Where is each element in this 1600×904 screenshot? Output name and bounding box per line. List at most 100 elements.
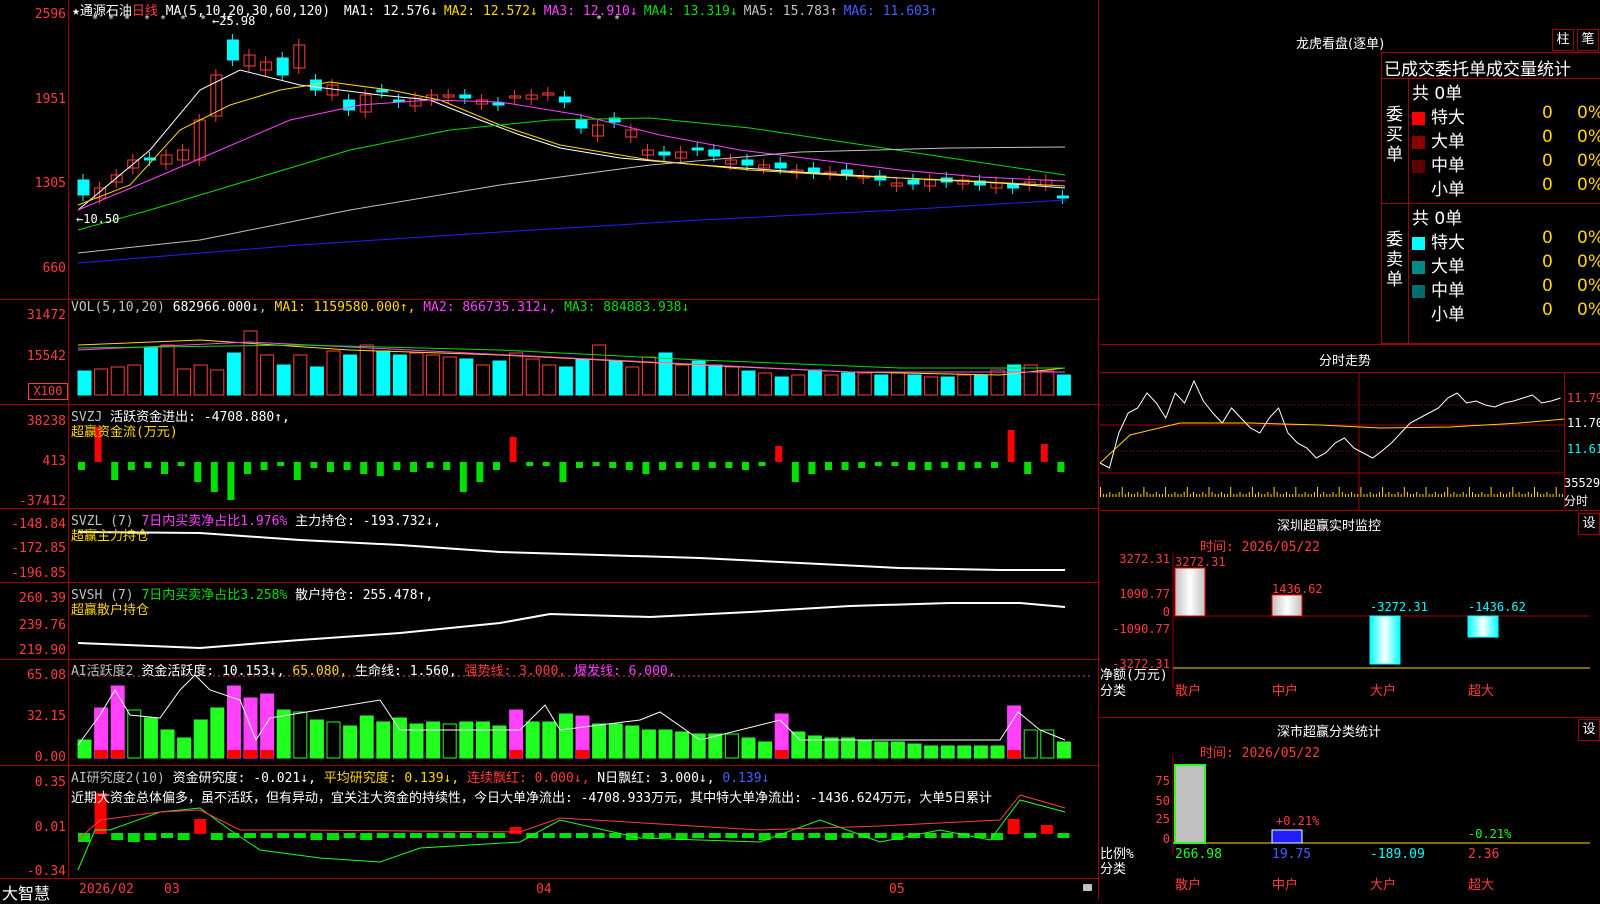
volume-bar bbox=[127, 364, 142, 396]
intraday-volume-bar bbox=[1413, 494, 1415, 497]
intraday-volume-bar bbox=[1465, 494, 1467, 497]
fund-flow-bar bbox=[144, 462, 152, 468]
volume-bar bbox=[442, 356, 457, 396]
star-marker: * bbox=[160, 14, 166, 25]
research-bar bbox=[476, 833, 489, 838]
activity-bar bbox=[293, 711, 308, 759]
fund-flow-bar bbox=[941, 462, 949, 468]
ai1-axis-2: 32.15 bbox=[26, 709, 66, 724]
volume-bar bbox=[475, 364, 490, 396]
fund-flow-bar bbox=[742, 462, 749, 470]
vol-ma1: MA1: 1159580.000↑ bbox=[274, 300, 408, 315]
monitor-axis-label: 0 bbox=[1163, 605, 1170, 619]
row-name: 特大 bbox=[1431, 233, 1465, 253]
intraday-volume-bar bbox=[1242, 494, 1244, 497]
volume-bar bbox=[940, 376, 955, 396]
volume-bar bbox=[110, 366, 125, 396]
ratio-bar-chart[interactable]: 75 50 25 0 +0.21% -0.21% 266.98 19.75 -189.09 2.3… bbox=[1100, 755, 1600, 900]
volume-bar bbox=[1056, 374, 1071, 396]
volume-bar bbox=[675, 364, 690, 396]
kline-chart-area[interactable]: ★通源石油日线 MA(5,10,20,30,60,120) MA1: 12.57… bbox=[0, 0, 1100, 903]
research-bar bbox=[210, 833, 223, 840]
candle-body bbox=[774, 162, 787, 169]
intraday-volume-bar bbox=[1261, 494, 1263, 497]
intraday-volume-bar bbox=[1537, 492, 1539, 497]
ai2-t5: 0.139↓ bbox=[722, 771, 770, 786]
classify-settings-button[interactable]: 设 bbox=[1578, 719, 1600, 741]
research-bar bbox=[542, 833, 555, 838]
volume-bar bbox=[94, 368, 109, 396]
intraday-volume-bar bbox=[1189, 494, 1191, 497]
research-bar bbox=[426, 833, 439, 838]
candle-body bbox=[376, 89, 389, 93]
ai2-name: AI研究度2(10) bbox=[71, 771, 165, 786]
intraday-volume-bar bbox=[1323, 492, 1325, 497]
intraday-volume-bar bbox=[1115, 494, 1117, 497]
intraday-volume-bar bbox=[1360, 487, 1362, 497]
vol-title: VOL(5,10,20) bbox=[71, 300, 165, 315]
intraday-chart[interactable] bbox=[1100, 373, 1565, 511]
volume-bar bbox=[509, 352, 524, 396]
volume-bar bbox=[260, 354, 275, 396]
category-name: 散户 bbox=[1175, 683, 1201, 699]
candlestick-chart[interactable]: * * * * * * * ** * * bbox=[0, 0, 1100, 900]
fund-flow-bar bbox=[858, 462, 866, 468]
fund-flow-bar bbox=[260, 462, 268, 470]
classify-title: 深市超赢分类统计 bbox=[1277, 725, 1382, 740]
volume-bar bbox=[77, 370, 92, 396]
row-name: 特大 bbox=[1431, 108, 1465, 128]
category-name: 大户 bbox=[1370, 683, 1396, 699]
volume-bar bbox=[758, 372, 773, 396]
lock-icon[interactable] bbox=[1083, 884, 1092, 891]
intraday-volume-bar bbox=[1437, 494, 1439, 497]
volume-bar bbox=[841, 372, 856, 396]
fund-flow-bar bbox=[659, 462, 666, 470]
ma-line-4 bbox=[77, 117, 1066, 231]
fund-flow-bar bbox=[526, 462, 534, 466]
net-bar-1 bbox=[1174, 567, 1206, 617]
intraday-volume-bar bbox=[1372, 494, 1374, 497]
volume-bar bbox=[1023, 364, 1038, 396]
intraday-volume-bar bbox=[1472, 492, 1473, 497]
category-name: 超大 bbox=[1468, 684, 1494, 699]
intraday-volume-bar bbox=[1549, 494, 1551, 497]
intraday-volume-bar bbox=[1561, 494, 1563, 497]
research-bar bbox=[393, 833, 406, 838]
ma-line-3 bbox=[77, 99, 1066, 211]
intraday-volume-bar bbox=[1394, 494, 1396, 497]
row-percent: 0% bbox=[1577, 127, 1600, 147]
activity-bar bbox=[890, 741, 905, 759]
ratio-axis-label: 25 bbox=[1156, 812, 1170, 826]
intraday-volume-bar bbox=[1416, 492, 1418, 497]
activity-bar bbox=[409, 723, 424, 759]
net-bar-label: -3272.31 bbox=[1370, 600, 1428, 614]
column-view-button[interactable]: 柱 bbox=[1552, 29, 1574, 51]
net-amount-bar-chart[interactable]: 3272.31 1090.77 0 -1090.77 -3272.31 3272.31 14… bbox=[1100, 553, 1600, 718]
intraday-volume-bar bbox=[1165, 487, 1167, 497]
intraday-volume-bar bbox=[1227, 494, 1229, 497]
intraday-volume-bar bbox=[1292, 494, 1294, 497]
activity-bar bbox=[973, 745, 988, 759]
buy-row-1: 特大 0 0% bbox=[1412, 103, 1600, 128]
activity-bar bbox=[525, 721, 540, 759]
date-label-3: 04 bbox=[536, 882, 552, 897]
research-bar bbox=[576, 833, 588, 838]
intraday-volume-bar bbox=[1543, 494, 1545, 497]
fund-flow-bar bbox=[443, 462, 451, 470]
tick-view-button[interactable]: 笔 bbox=[1577, 29, 1599, 51]
intraday-volume-bar bbox=[1379, 492, 1380, 497]
intraday-volume-bar bbox=[1174, 492, 1176, 497]
intraday-volume-bar bbox=[1230, 487, 1232, 497]
svsh-sub: 超赢散户持仓 bbox=[71, 603, 150, 618]
svzj-axis-2: 413 bbox=[42, 454, 66, 469]
intraday-volume-bar bbox=[1475, 494, 1477, 497]
fund-flow-bar bbox=[244, 462, 251, 474]
ratio-value: 2.36 bbox=[1468, 847, 1499, 862]
volume-bar bbox=[890, 372, 905, 396]
monitor-settings-button[interactable]: 设 bbox=[1578, 513, 1600, 535]
buy-row-2: 大单 0 0% bbox=[1412, 127, 1600, 152]
research-green-line bbox=[77, 799, 1066, 871]
star-marker: * bbox=[614, 14, 620, 25]
volume-bar bbox=[492, 360, 507, 396]
ratio-pct-2: -0.21% bbox=[1468, 827, 1512, 841]
